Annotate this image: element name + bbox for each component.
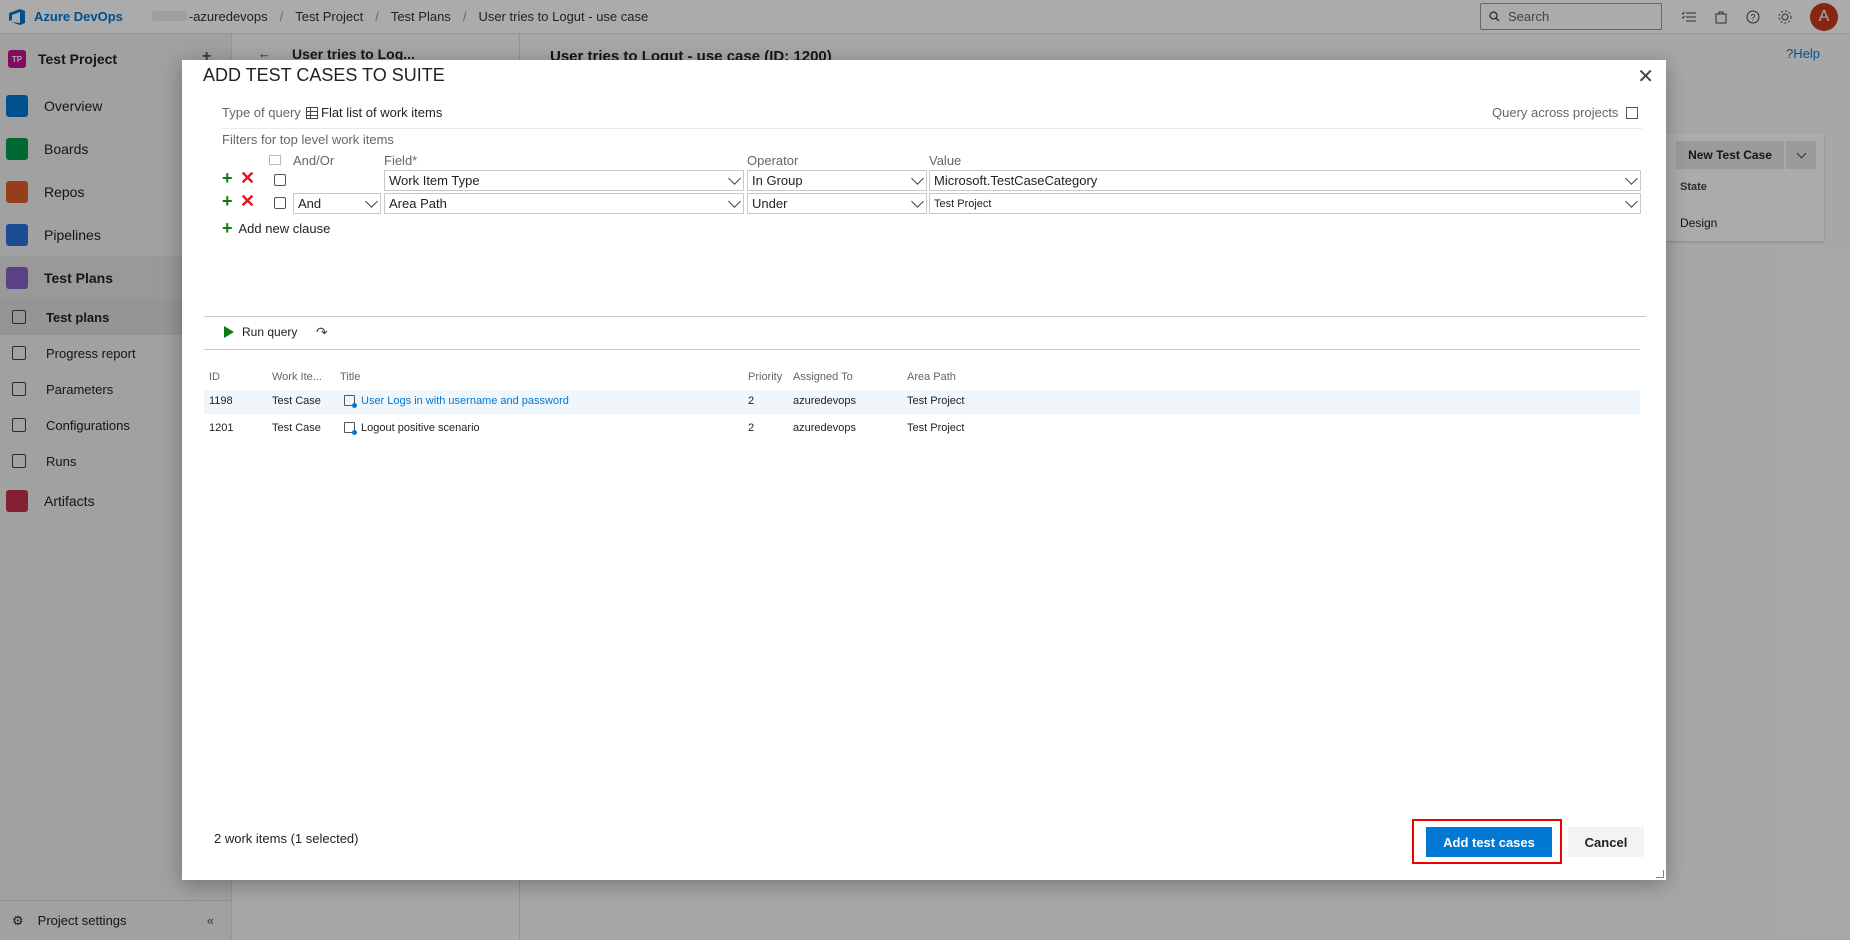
chevron-down-icon	[365, 195, 378, 208]
clause-2-field-select[interactable]: Area Path	[384, 193, 744, 214]
close-icon[interactable]: ✕	[1637, 64, 1654, 89]
row-id: 1198	[209, 395, 233, 407]
chevron-down-icon	[911, 195, 924, 208]
redo-icon[interactable]: ↷	[316, 324, 328, 341]
header-value: Value	[929, 153, 962, 168]
row-area-path: Test Project	[907, 422, 965, 434]
remove-clause-row-2-icon[interactable]: ✕	[240, 192, 255, 210]
header-and-or: And/Or	[293, 153, 335, 168]
add-test-cases-dialog: ADD TEST CASES TO SUITE ✕ Type of query …	[182, 60, 1666, 880]
clause-1-value-select[interactable]: Microsoft.TestCaseCategory	[929, 170, 1641, 191]
row-type: Test Case	[272, 395, 321, 407]
group-clauses-icon[interactable]	[269, 155, 281, 165]
chevron-down-icon	[728, 172, 741, 185]
chevron-down-icon	[911, 172, 924, 185]
plus-icon: +	[222, 218, 233, 238]
chevron-down-icon	[728, 195, 741, 208]
column-header-title[interactable]: Title	[340, 371, 360, 383]
clause-1-checkbox[interactable]	[274, 174, 286, 186]
divider	[204, 349, 1640, 350]
clause-1-field-select[interactable]: Work Item Type	[384, 170, 744, 191]
column-header-area-path[interactable]: Area Path	[907, 371, 956, 383]
cancel-button[interactable]: Cancel	[1568, 827, 1644, 857]
row-priority: 2	[748, 395, 755, 407]
chevron-down-icon	[1625, 195, 1638, 208]
run-query-button[interactable]: Run query	[224, 325, 297, 339]
remove-clause-row-1-icon[interactable]: ✕	[240, 169, 255, 187]
add-test-cases-button[interactable]: Add test cases	[1426, 827, 1552, 857]
play-icon	[224, 326, 234, 338]
table-row[interactable]: 1198 Test Case User Logs in with usernam…	[204, 390, 1640, 414]
row-title[interactable]: Logout positive scenario	[361, 422, 480, 434]
column-header-work-item-type[interactable]: Work Ite...	[272, 371, 322, 383]
add-clause-row-1-plus-icon[interactable]: +	[222, 169, 233, 187]
row-assigned-to: azuredevops	[793, 422, 856, 434]
clause-2-checkbox[interactable]	[274, 197, 286, 209]
chevron-down-icon	[1625, 172, 1638, 185]
clause-2-operator-select[interactable]: Under	[747, 193, 927, 214]
divider	[204, 316, 1646, 317]
query-across-projects-label: Query across projects	[1492, 105, 1619, 120]
row-type: Test Case	[272, 422, 321, 434]
row-title-link[interactable]: User Logs in with username and password	[361, 395, 569, 407]
column-header-assigned-to[interactable]: Assigned To	[793, 371, 853, 383]
clause-1-operator-select[interactable]: In Group	[747, 170, 927, 191]
header-field: Field*	[384, 153, 418, 168]
selection-count: 2 work items (1 selected)	[214, 831, 359, 846]
dialog-title: ADD TEST CASES TO SUITE	[203, 65, 445, 85]
query-across-projects-checkbox[interactable]	[1626, 107, 1638, 119]
divider	[222, 128, 1642, 129]
type-of-query-selector[interactable]: Flat list of work items	[306, 105, 442, 120]
filters-label: Filters for top level work items	[222, 132, 394, 147]
clause-2-and-or-select[interactable]: And	[293, 193, 381, 214]
type-of-query-label: Type of query	[222, 105, 301, 120]
resize-handle-icon[interactable]	[1656, 870, 1664, 878]
row-priority: 2	[748, 422, 755, 434]
table-row[interactable]: 1201 Test Case Logout positive scenario …	[204, 417, 1640, 441]
test-case-icon	[344, 422, 357, 435]
clause-2-value-select[interactable]: Test Project	[929, 193, 1641, 214]
column-header-id[interactable]: ID	[209, 371, 220, 383]
add-clause-row-2-plus-icon[interactable]: +	[222, 192, 233, 210]
add-new-clause-link[interactable]: + Add new clause	[222, 218, 330, 239]
row-id: 1201	[209, 422, 234, 434]
header-operator: Operator	[747, 153, 799, 168]
flat-list-icon	[306, 106, 318, 119]
column-header-priority[interactable]: Priority	[748, 371, 782, 383]
row-area-path: Test Project	[907, 395, 965, 407]
row-assigned-to: azuredevops	[793, 395, 856, 407]
test-case-icon	[344, 395, 357, 408]
